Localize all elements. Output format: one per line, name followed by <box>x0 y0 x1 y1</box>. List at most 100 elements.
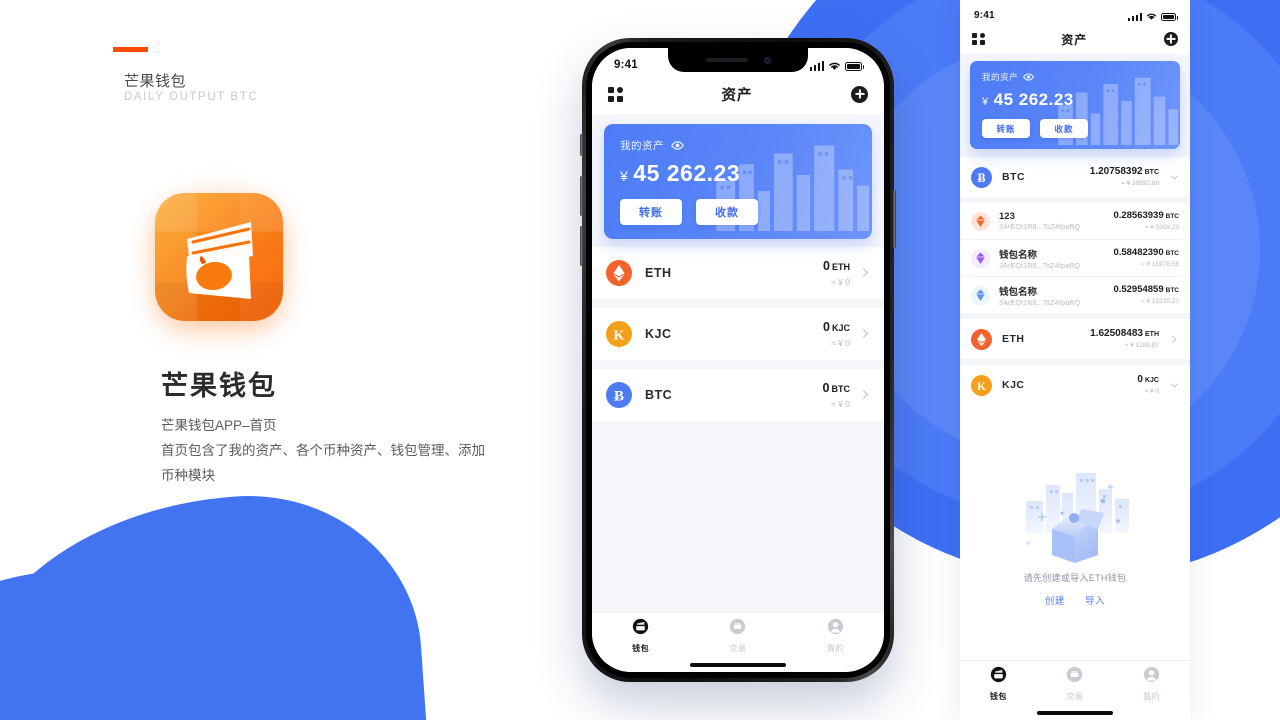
coin-expand-toggle[interactable] <box>860 266 870 281</box>
chevron-right-icon[interactable] <box>860 328 871 339</box>
tab-exchange[interactable]: 交易 <box>729 618 746 654</box>
plus-circle-icon[interactable] <box>851 85 868 103</box>
coin-fiat-value: ≈ ¥ 38592.89 <box>1121 180 1159 188</box>
list-gap <box>592 360 884 369</box>
coin-amount: 0 BTC <box>822 380 851 395</box>
signal-bars-icon <box>809 61 824 71</box>
empty-state-actions: 创建 导入 <box>1045 593 1105 607</box>
coin-fiat-value: ≈ ¥ 0 <box>831 337 850 348</box>
blue-gem-icon <box>971 285 990 305</box>
app-content: 我的资产 ¥ 45 262.23 转账 收款 ETH 0 ETH ≈ ¥ 0 K… <box>592 114 884 612</box>
mute-switch[interactable] <box>580 134 583 156</box>
wallet-row[interactable]: 钱包名称 3ArEQt1R8...TsZ4fpaRQ 0.52954859 BTC… <box>960 277 1190 313</box>
grid-menu-icon[interactable] <box>608 86 623 102</box>
volume-down-button[interactable] <box>580 226 583 266</box>
coin-values: 1.62508483 ETH ≈ ¥ 1288.87 <box>1090 328 1159 351</box>
wallet-amount: 0.58482390 BTC <box>1113 246 1179 258</box>
coin-icon-wrap: K <box>606 321 632 347</box>
kjc-coin-icon: K <box>606 321 632 347</box>
wallet-icon-wrap <box>971 248 990 268</box>
transfer-button[interactable]: 转账 <box>620 199 682 225</box>
coin-icon-wrap: K <box>971 374 992 396</box>
coin-row[interactable]: ETH 0 ETH ≈ ¥ 0 <box>592 247 884 299</box>
plus-circle-icon[interactable] <box>1163 32 1178 46</box>
chevron-down-icon[interactable] <box>1170 173 1179 182</box>
wallet-address: 3ArEQt1R8...TsZ4fpaRQ <box>999 299 1081 307</box>
create-wallet-link[interactable]: 创建 <box>1045 593 1065 607</box>
tab-wallet[interactable]: 钱包 <box>632 618 649 654</box>
volume-up-button[interactable] <box>580 176 583 216</box>
exchange-icon <box>730 618 746 634</box>
battery-full-icon <box>1161 12 1179 21</box>
import-wallet-link[interactable]: 导入 <box>1085 593 1105 607</box>
receive-button[interactable]: 收款 <box>696 199 758 225</box>
tab-label: 钱包 <box>632 643 650 653</box>
coin-row[interactable]: K KJC 0 KJC ≈ ¥ 0 <box>960 365 1190 405</box>
svg-text:K: K <box>977 380 986 392</box>
home-indicator <box>592 658 884 672</box>
tab-exchange[interactable]: 交易 <box>1066 666 1083 702</box>
coin-row[interactable]: Ƀ BTC 0 BTC ≈ ¥ 0 <box>592 369 884 421</box>
grid-menu-icon[interactable] <box>972 32 985 46</box>
btc-coin-icon: Ƀ <box>606 382 632 408</box>
coin-ticker: ETH <box>645 266 672 280</box>
wallet-fiat-value: ≈ ¥ 5908.23 <box>1144 223 1179 231</box>
wallet-name: 钱包名称 <box>999 286 1038 298</box>
coin-unit: BTC <box>1144 168 1159 176</box>
accent-bar <box>113 47 148 52</box>
chevron-right-icon[interactable] <box>1170 335 1179 344</box>
coin-row[interactable]: Ƀ BTC 1.20758392 BTC ≈ ¥ 38592.89 <box>960 157 1190 197</box>
brand-tagline-en: DAILY OUTPUT BTC <box>124 91 259 103</box>
coin-expand-toggle[interactable] <box>1169 332 1179 347</box>
balance-card[interactable]: 我的资产 ¥ 45 262.23 转账 收款 <box>604 124 872 239</box>
tab-label: 钱包 <box>989 691 1007 701</box>
status-indicators <box>1127 12 1179 21</box>
coin-unit: BTC <box>831 383 851 394</box>
chevron-down-icon[interactable] <box>1170 381 1179 390</box>
receive-button[interactable]: 收款 <box>1040 119 1088 138</box>
front-camera <box>763 56 771 64</box>
tab-label: 交易 <box>729 643 747 653</box>
flat-screen-mockup: 9:41 资产 我的资产 ¥ 45 262.23 转账 收款 Ƀ BTC 1.2… <box>960 0 1190 720</box>
tab-profile[interactable]: 我的 <box>827 618 844 654</box>
wallet-info: 钱包名称 3ArEQt1R8...TsZ4fpaRQ <box>999 284 1113 307</box>
earpiece-speaker <box>705 58 748 62</box>
tab-label: 我的 <box>1143 691 1161 701</box>
chevron-right-icon[interactable] <box>860 389 871 400</box>
wallet-row[interactable]: 钱包名称 3ArEQt1R8...TsZ4fpaRQ 0.58482390 BTC… <box>960 240 1190 276</box>
page-title: 芒果钱包 <box>161 371 277 401</box>
eth-coin-icon <box>971 328 992 350</box>
balance-card[interactable]: 我的资产 ¥ 45 262.23 转账 收款 <box>970 61 1180 149</box>
coin-row[interactable]: K KJC 0 KJC ≈ ¥ 0 <box>592 308 884 360</box>
coin-fiat-value: ≈ ¥ 0 <box>831 398 850 409</box>
balance-label-row: 我的资产 <box>982 71 1168 83</box>
coin-list: Ƀ BTC 1.20758392 BTC ≈ ¥ 38592.89 123 3Ar… <box>960 157 1190 405</box>
eye-icon[interactable] <box>1023 72 1036 82</box>
coin-expand-toggle[interactable] <box>860 388 870 403</box>
tab-profile[interactable]: 我的 <box>1143 666 1160 702</box>
transfer-button[interactable]: 转账 <box>982 119 1030 138</box>
balance-amount: 45 262.23 <box>633 160 741 186</box>
coin-expand-toggle[interactable] <box>1169 378 1179 393</box>
wallet-icon <box>990 666 1006 682</box>
bottom-tab-bar: 钱包 交易 我的 <box>592 612 884 658</box>
wallet-address: 3ArEQt1R8...TsZ4fpaRQ <box>999 262 1081 270</box>
balance-label: 我的资产 <box>982 72 1019 82</box>
app-navbar: 资产 <box>960 24 1190 54</box>
eye-icon[interactable] <box>671 141 684 150</box>
balance-amount: 45 262.23 <box>993 90 1074 109</box>
coin-icon-wrap: Ƀ <box>606 382 632 408</box>
wallet-name: 123 <box>999 211 1015 222</box>
power-button[interactable] <box>893 190 896 248</box>
coin-expand-toggle[interactable] <box>1169 170 1179 185</box>
wifi-icon <box>1146 13 1157 20</box>
balance-actions: 转账 收款 <box>982 119 1168 138</box>
coin-expand-toggle[interactable] <box>860 327 870 342</box>
coin-amount: 1.62508483 ETH <box>1090 327 1159 339</box>
svg-text:K: K <box>614 329 625 344</box>
coin-ticker: BTC <box>645 388 673 402</box>
chevron-right-icon[interactable] <box>860 267 871 278</box>
coin-row[interactable]: ETH 1.62508483 ETH ≈ ¥ 1288.87 <box>960 319 1190 359</box>
tab-wallet[interactable]: 钱包 <box>990 666 1007 702</box>
wallet-row[interactable]: 123 3ArEQt1R8...TsZ4fpaRQ 0.28563939 BTC … <box>960 203 1190 239</box>
